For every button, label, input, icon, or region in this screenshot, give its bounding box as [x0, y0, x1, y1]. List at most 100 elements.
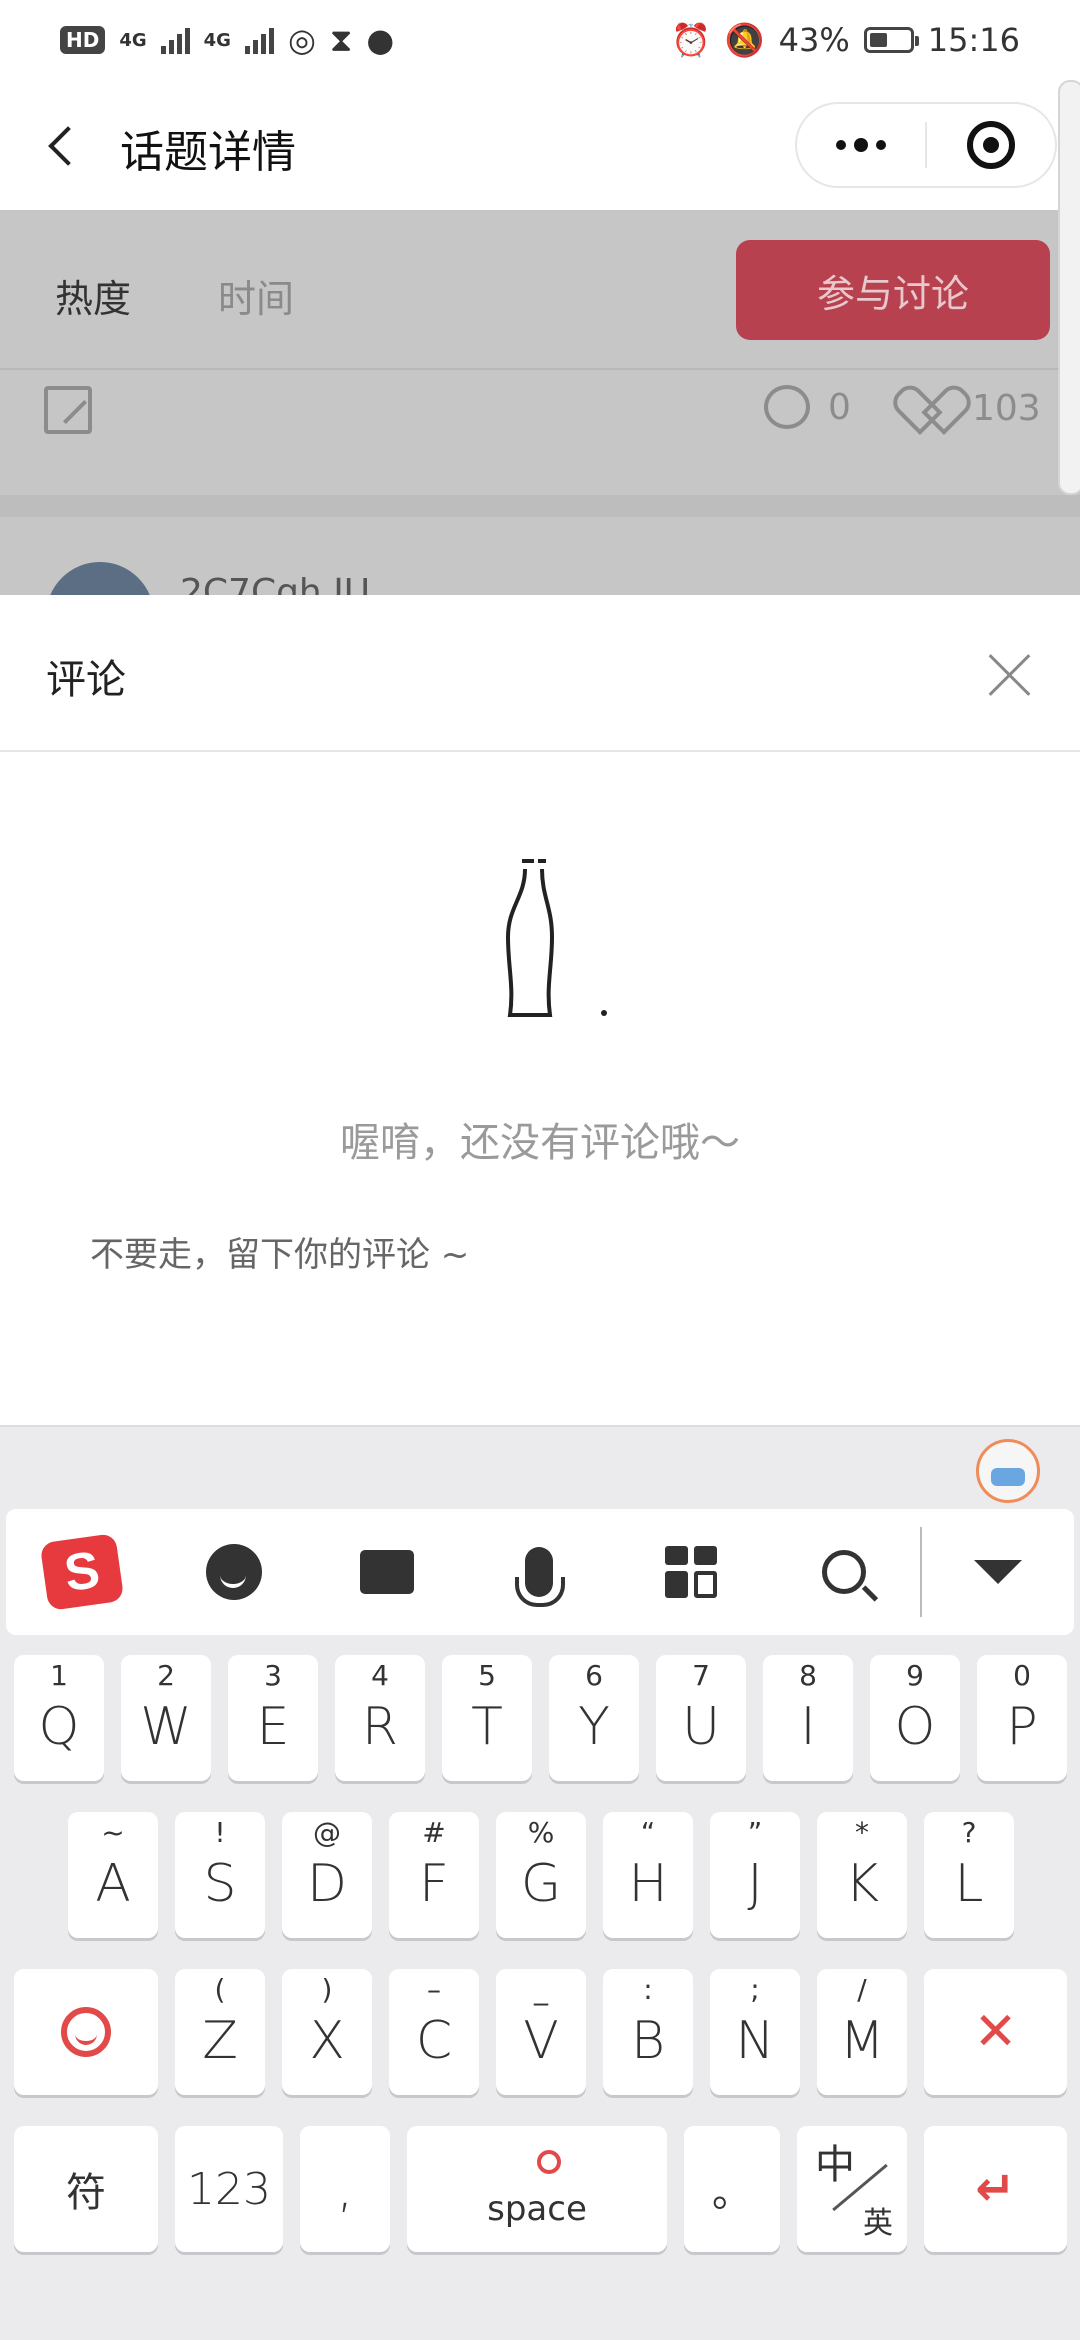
key-g[interactable]: % G: [496, 1812, 586, 1938]
signal-icon: [244, 26, 274, 54]
sheet-header: 评论: [0, 595, 1080, 752]
key-label: D: [306, 1854, 348, 1914]
microphone-icon: [515, 1547, 566, 1607]
search-button[interactable]: [767, 1509, 919, 1635]
mascot-icon[interactable]: [976, 1439, 1040, 1503]
key-w[interactable]: 2W: [121, 1655, 211, 1781]
more-icon[interactable]: [797, 104, 925, 186]
network-type-2: 4G: [203, 29, 231, 51]
dimmed-page[interactable]: 热度 时间 参与讨论 0 103 2C7Cgh JU: [0, 210, 1080, 595]
emoji-button[interactable]: [158, 1509, 310, 1635]
voice-input-button[interactable]: [463, 1509, 615, 1635]
key-label-en: 英: [863, 2206, 893, 2241]
key-label: Z: [202, 2011, 238, 2071]
like-stat[interactable]: 103: [908, 385, 1041, 431]
alarm-icon: ⏰: [670, 21, 711, 59]
keyboard-switch-button[interactable]: [311, 1509, 463, 1635]
tab-time[interactable]: 时间: [218, 268, 294, 323]
key-o[interactable]: 9O: [870, 1655, 960, 1781]
comma-key[interactable]: ,: [300, 2126, 390, 2252]
key-label: H: [628, 1854, 668, 1914]
key-sup: 6: [585, 1659, 603, 1692]
key-s[interactable]: ! S: [175, 1812, 265, 1938]
key-m[interactable]: / M: [817, 1969, 907, 2095]
key-i[interactable]: 8I: [763, 1655, 853, 1781]
close-icon[interactable]: [980, 645, 1040, 705]
delete-key[interactable]: ✕: [924, 1969, 1067, 2095]
section-divider: [0, 495, 1080, 517]
key-z[interactable]: (Z: [175, 1969, 265, 2095]
key-x[interactable]: ) X: [282, 1969, 372, 2095]
key-label: O: [894, 1697, 936, 1757]
enter-key[interactable]: ↵: [924, 2126, 1067, 2252]
key-sup: /: [857, 1973, 867, 2006]
key-label: E: [256, 1697, 290, 1757]
key-sup: #: [422, 1816, 446, 1849]
key-q[interactable]: 1Q: [14, 1655, 104, 1781]
key-a[interactable]: ~ A: [68, 1812, 158, 1938]
key-v[interactable]: _ V: [496, 1969, 586, 2095]
key-label: N: [735, 2011, 775, 2071]
language-switch-key[interactable]: 中 英: [797, 2126, 907, 2252]
avatar[interactable]: [46, 562, 154, 595]
key-sup: ): [321, 1973, 333, 2006]
key-p[interactable]: 0P: [977, 1655, 1067, 1781]
comment-stat[interactable]: 0: [764, 385, 851, 429]
hourglass-icon: ⧗: [329, 20, 353, 59]
collapse-keyboard-button[interactable]: [922, 1509, 1074, 1635]
share-icon[interactable]: [44, 386, 92, 434]
scrollbar[interactable]: [1058, 80, 1080, 495]
key-sup: –: [427, 1973, 441, 2006]
comment-bubble-icon: [764, 385, 810, 429]
tab-hot[interactable]: 热度: [55, 268, 131, 323]
key-j[interactable]: ” J: [710, 1812, 800, 1938]
key-c[interactable]: – C: [389, 1969, 479, 2095]
key-label: G: [520, 1854, 562, 1914]
key-label: I: [800, 1697, 816, 1757]
space-key[interactable]: space: [407, 2126, 667, 2252]
key-t[interactable]: 5T: [442, 1655, 532, 1781]
key-sup: 8: [799, 1659, 817, 1692]
symbol-key[interactable]: 符: [14, 2126, 158, 2252]
key-d[interactable]: @ D: [282, 1812, 372, 1938]
key-y[interactable]: 6Y: [549, 1655, 639, 1781]
join-discussion-button[interactable]: 参与讨论: [736, 240, 1050, 340]
key-sup: 0: [1013, 1659, 1031, 1692]
empty-bottle-icon: [505, 859, 607, 1017]
key-h[interactable]: “H: [603, 1812, 693, 1938]
sort-tabs: 热度 时间 参与讨论: [0, 210, 1080, 370]
key-sup: ”: [747, 1816, 763, 1849]
key-sup: %: [527, 1816, 555, 1849]
key-e[interactable]: 3E: [228, 1655, 318, 1781]
number-key[interactable]: 123: [175, 2126, 283, 2252]
key-n[interactable]: ; N: [710, 1969, 800, 2095]
key-label: ,: [336, 2159, 354, 2219]
voice-dot-icon: [537, 2150, 561, 2174]
username: 2C7Cgh JU: [180, 572, 371, 595]
period-key[interactable]: 。: [684, 2126, 780, 2252]
search-icon: [821, 1550, 866, 1594]
key-sup: _: [534, 1973, 548, 2006]
key-sup: ;: [750, 1973, 760, 2006]
key-l[interactable]: ? L: [924, 1812, 1014, 1938]
smiley-icon: [61, 2007, 111, 2057]
toolbox-button[interactable]: [615, 1509, 767, 1635]
comment-input[interactable]: [90, 1225, 990, 1285]
key-label: 123: [187, 2163, 271, 2215]
key-r[interactable]: 4R: [335, 1655, 425, 1781]
emoji-face-key[interactable]: [14, 1969, 158, 2095]
key-label: A: [95, 1854, 131, 1914]
sogou-logo-button[interactable]: S: [6, 1509, 158, 1635]
key-label: W: [140, 1697, 192, 1757]
back-arrow-icon[interactable]: [38, 120, 88, 170]
mute-icon: 🔕: [724, 21, 765, 59]
close-miniprogram-button[interactable]: [927, 104, 1055, 186]
key-label-zh: 中: [815, 2142, 855, 2188]
key-label: L: [954, 1854, 984, 1914]
key-u[interactable]: 7U: [656, 1655, 746, 1781]
page-title: 话题详情: [120, 127, 296, 178]
key-b[interactable]: :B: [603, 1969, 693, 2095]
key-f[interactable]: # F: [389, 1812, 479, 1938]
key-label: T: [471, 1697, 503, 1757]
key-k[interactable]: * K: [817, 1812, 907, 1938]
